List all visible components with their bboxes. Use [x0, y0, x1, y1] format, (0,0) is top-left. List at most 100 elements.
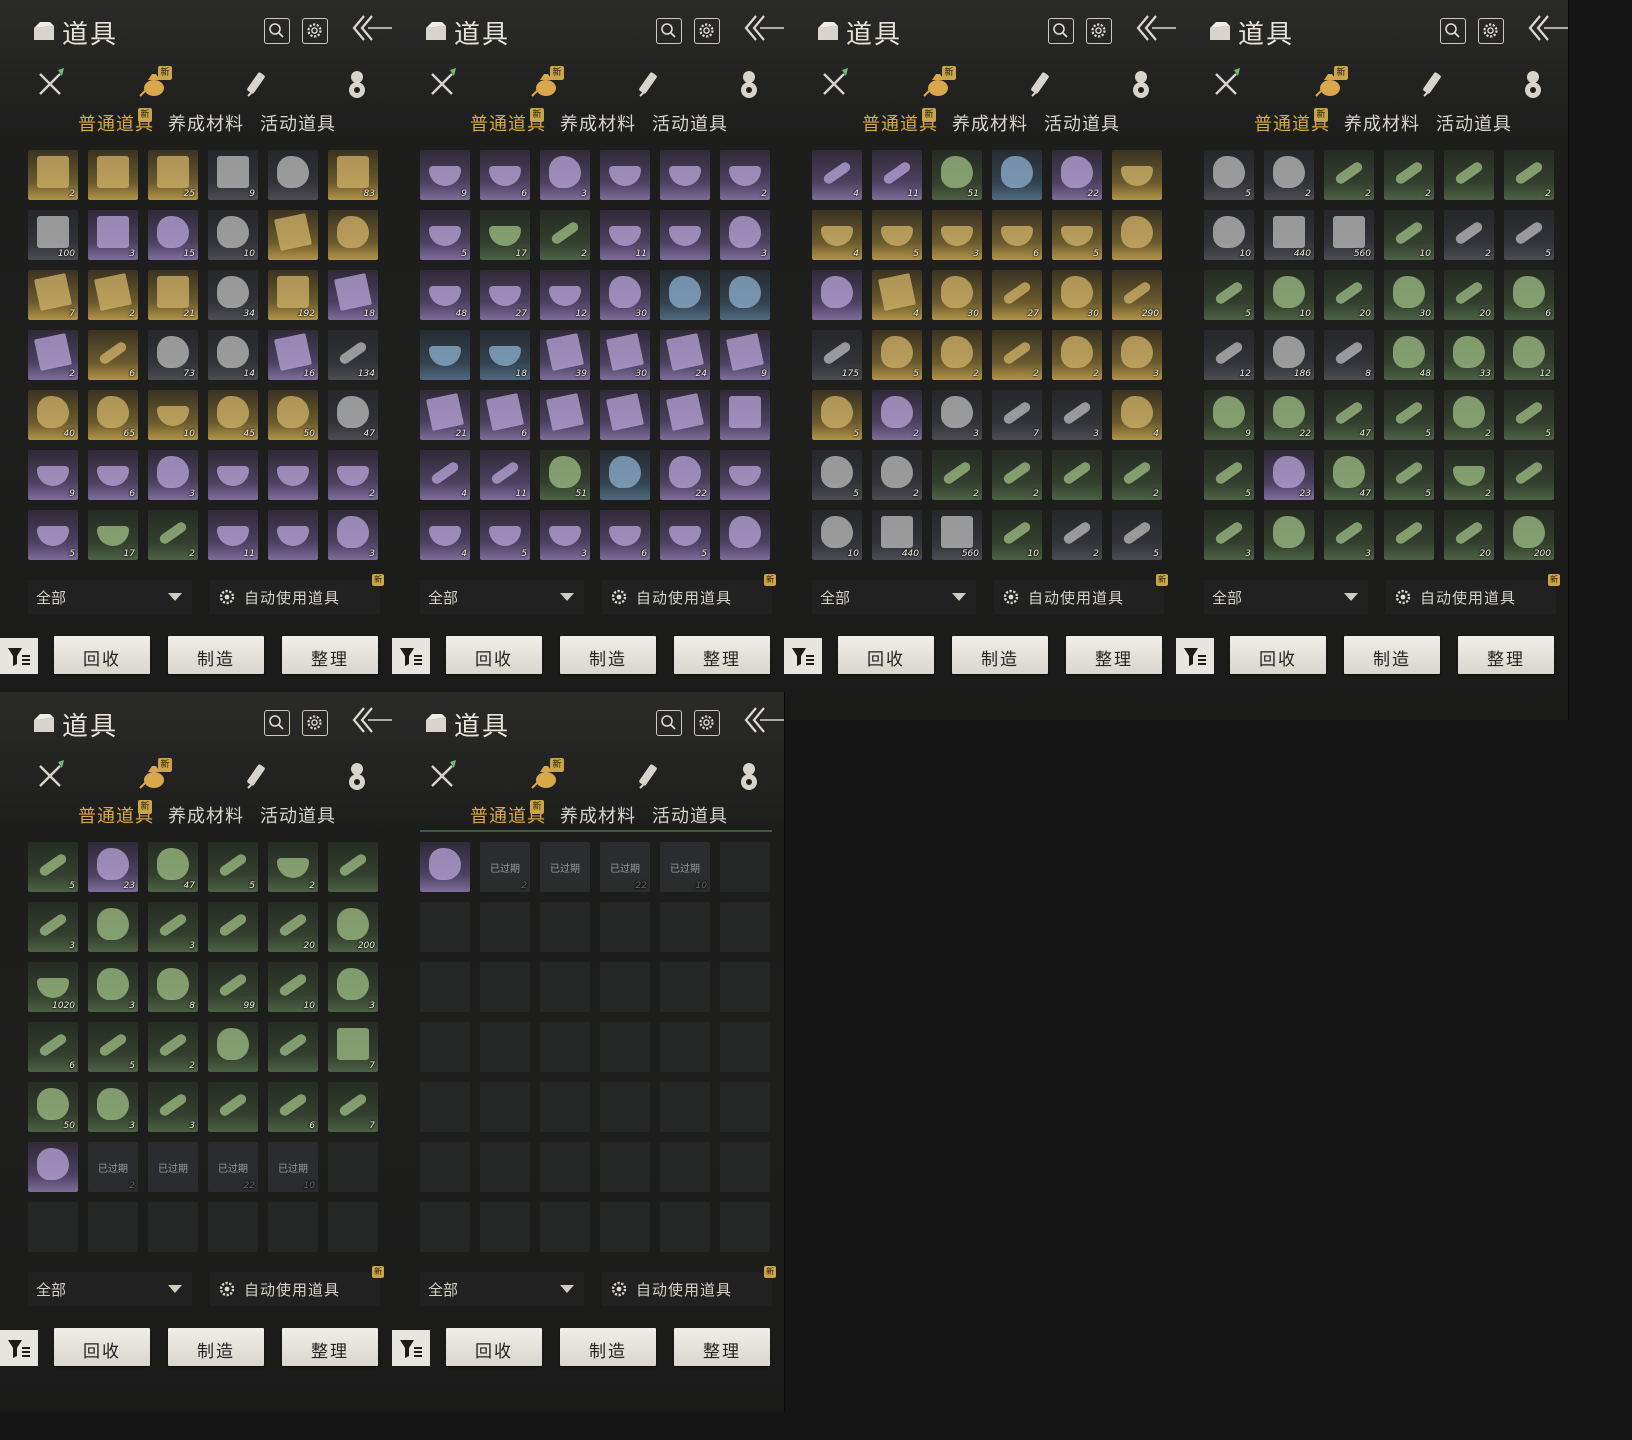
tab-scrolls[interactable] — [1414, 66, 1454, 102]
item-slot[interactable]: 2 — [540, 210, 590, 260]
item-slot[interactable]: 22 — [1052, 150, 1102, 200]
sort-filter-button[interactable] — [0, 638, 38, 674]
search-button[interactable] — [264, 18, 290, 44]
item-slot[interactable]: 9 — [208, 150, 258, 200]
item-slot[interactable] — [420, 842, 470, 892]
item-slot[interactable]: 47 — [148, 842, 198, 892]
item-slot[interactable] — [1112, 150, 1162, 200]
item-slot[interactable] — [660, 150, 710, 200]
item-slot[interactable]: 11 — [600, 210, 650, 260]
item-slot[interactable]: 175 — [812, 330, 862, 380]
item-slot[interactable]: 10 — [812, 510, 862, 560]
item-slot[interactable] — [328, 842, 378, 892]
item-slot[interactable]: 5 — [1504, 390, 1554, 440]
item-slot[interactable] — [1052, 450, 1102, 500]
item-slot[interactable]: 2 — [872, 450, 922, 500]
item-slot[interactable] — [88, 902, 138, 952]
item-slot[interactable]: 16 — [268, 330, 318, 380]
item-slot[interactable]: 440 — [872, 510, 922, 560]
item-slot[interactable]: 3 — [148, 450, 198, 500]
item-slot[interactable]: 24 — [660, 330, 710, 380]
search-button[interactable] — [1440, 18, 1466, 44]
subtab-event-items[interactable]: 活动道具 — [260, 802, 336, 828]
item-slot[interactable] — [88, 150, 138, 200]
tab-special[interactable] — [732, 66, 772, 102]
item-slot[interactable]: 11 — [872, 150, 922, 200]
item-slot[interactable] — [660, 210, 710, 260]
expired-item-slot[interactable]: 已过期 10 — [268, 1142, 318, 1192]
expired-item-slot[interactable]: 已过期 — [540, 842, 590, 892]
item-slot[interactable]: 2 — [992, 450, 1042, 500]
item-slot[interactable]: 5 — [1504, 210, 1554, 260]
item-slot[interactable]: 5 — [1384, 450, 1434, 500]
item-slot[interactable]: 2 — [1384, 150, 1434, 200]
item-slot[interactable]: 48 — [1384, 330, 1434, 380]
tab-scrolls[interactable] — [630, 66, 670, 102]
settings-button[interactable] — [694, 710, 720, 736]
item-slot[interactable]: 200 — [328, 902, 378, 952]
tab-items[interactable]: 新 — [136, 66, 176, 102]
item-slot[interactable]: 5 — [28, 510, 78, 560]
sort-filter-button[interactable] — [0, 1330, 38, 1366]
settings-button[interactable] — [1086, 18, 1112, 44]
craft-button[interactable]: 制造 — [560, 1328, 656, 1366]
item-slot[interactable]: 3 — [932, 390, 982, 440]
item-slot[interactable]: 10 — [1384, 210, 1434, 260]
tab-scrolls[interactable] — [630, 758, 670, 794]
item-slot[interactable]: 560 — [1324, 210, 1374, 260]
item-slot[interactable]: 20 — [1324, 270, 1374, 320]
item-slot[interactable]: 3 — [932, 210, 982, 260]
item-slot[interactable] — [992, 150, 1042, 200]
sort-button[interactable]: 整理 — [674, 1328, 770, 1366]
sort-button[interactable]: 整理 — [282, 1328, 378, 1366]
item-slot[interactable]: 7 — [992, 390, 1042, 440]
item-slot[interactable]: 4 — [420, 510, 470, 560]
item-slot[interactable]: 3 — [1204, 510, 1254, 560]
item-slot[interactable]: 7 — [328, 1082, 378, 1132]
item-slot[interactable]: 2 — [28, 150, 78, 200]
collapse-back-icon[interactable] — [1134, 10, 1176, 46]
craft-button[interactable]: 制造 — [1344, 636, 1440, 674]
item-slot[interactable]: 5 — [480, 510, 530, 560]
item-slot[interactable]: 25 — [148, 150, 198, 200]
item-slot[interactable]: 2 — [720, 150, 770, 200]
expired-item-slot[interactable]: 已过期 — [148, 1142, 198, 1192]
expired-item-slot[interactable]: 已过期 22 — [208, 1142, 258, 1192]
subtab-growth-materials[interactable]: 养成材料 — [560, 802, 636, 828]
item-slot[interactable]: 40 — [28, 390, 78, 440]
item-slot[interactable]: 4 — [872, 270, 922, 320]
collapse-back-icon[interactable] — [1526, 10, 1568, 46]
item-slot[interactable]: 2 — [1052, 330, 1102, 380]
filter-dropdown[interactable]: 全部 — [28, 580, 192, 614]
item-slot[interactable]: 21 — [148, 270, 198, 320]
item-slot[interactable] — [660, 270, 710, 320]
collapse-back-icon[interactable] — [350, 10, 392, 46]
recycle-button[interactable]: 回收 — [838, 636, 934, 674]
item-slot[interactable]: 5 — [812, 390, 862, 440]
filter-dropdown[interactable]: 全部 — [420, 580, 584, 614]
item-slot[interactable]: 6 — [88, 450, 138, 500]
item-slot[interactable]: 30 — [932, 270, 982, 320]
tab-special[interactable] — [1516, 66, 1556, 102]
item-slot[interactable]: 20 — [1444, 270, 1494, 320]
item-slot[interactable]: 99 — [208, 962, 258, 1012]
item-slot[interactable] — [720, 450, 770, 500]
item-slot[interactable]: 5 — [812, 450, 862, 500]
item-slot[interactable]: 10 — [148, 390, 198, 440]
item-slot[interactable]: 2 — [28, 330, 78, 380]
item-slot[interactable]: 2 — [992, 330, 1042, 380]
item-slot[interactable] — [420, 330, 470, 380]
item-slot[interactable]: 5 — [88, 1022, 138, 1072]
item-slot[interactable]: 20 — [268, 902, 318, 952]
item-slot[interactable] — [268, 150, 318, 200]
subtab-event-items[interactable]: 活动道具 — [652, 802, 728, 828]
item-slot[interactable]: 30 — [600, 270, 650, 320]
auto-use-items-button[interactable]: 自动使用道具 新 — [994, 574, 1168, 614]
item-slot[interactable]: 2 — [1444, 390, 1494, 440]
item-slot[interactable]: 2 — [148, 1022, 198, 1072]
auto-use-items-button[interactable]: 自动使用道具 新 — [602, 1266, 776, 1306]
item-slot[interactable]: 2 — [1324, 150, 1374, 200]
item-slot[interactable]: 134 — [328, 330, 378, 380]
filter-dropdown[interactable]: 全部 — [28, 1272, 192, 1306]
tab-special[interactable] — [340, 66, 380, 102]
